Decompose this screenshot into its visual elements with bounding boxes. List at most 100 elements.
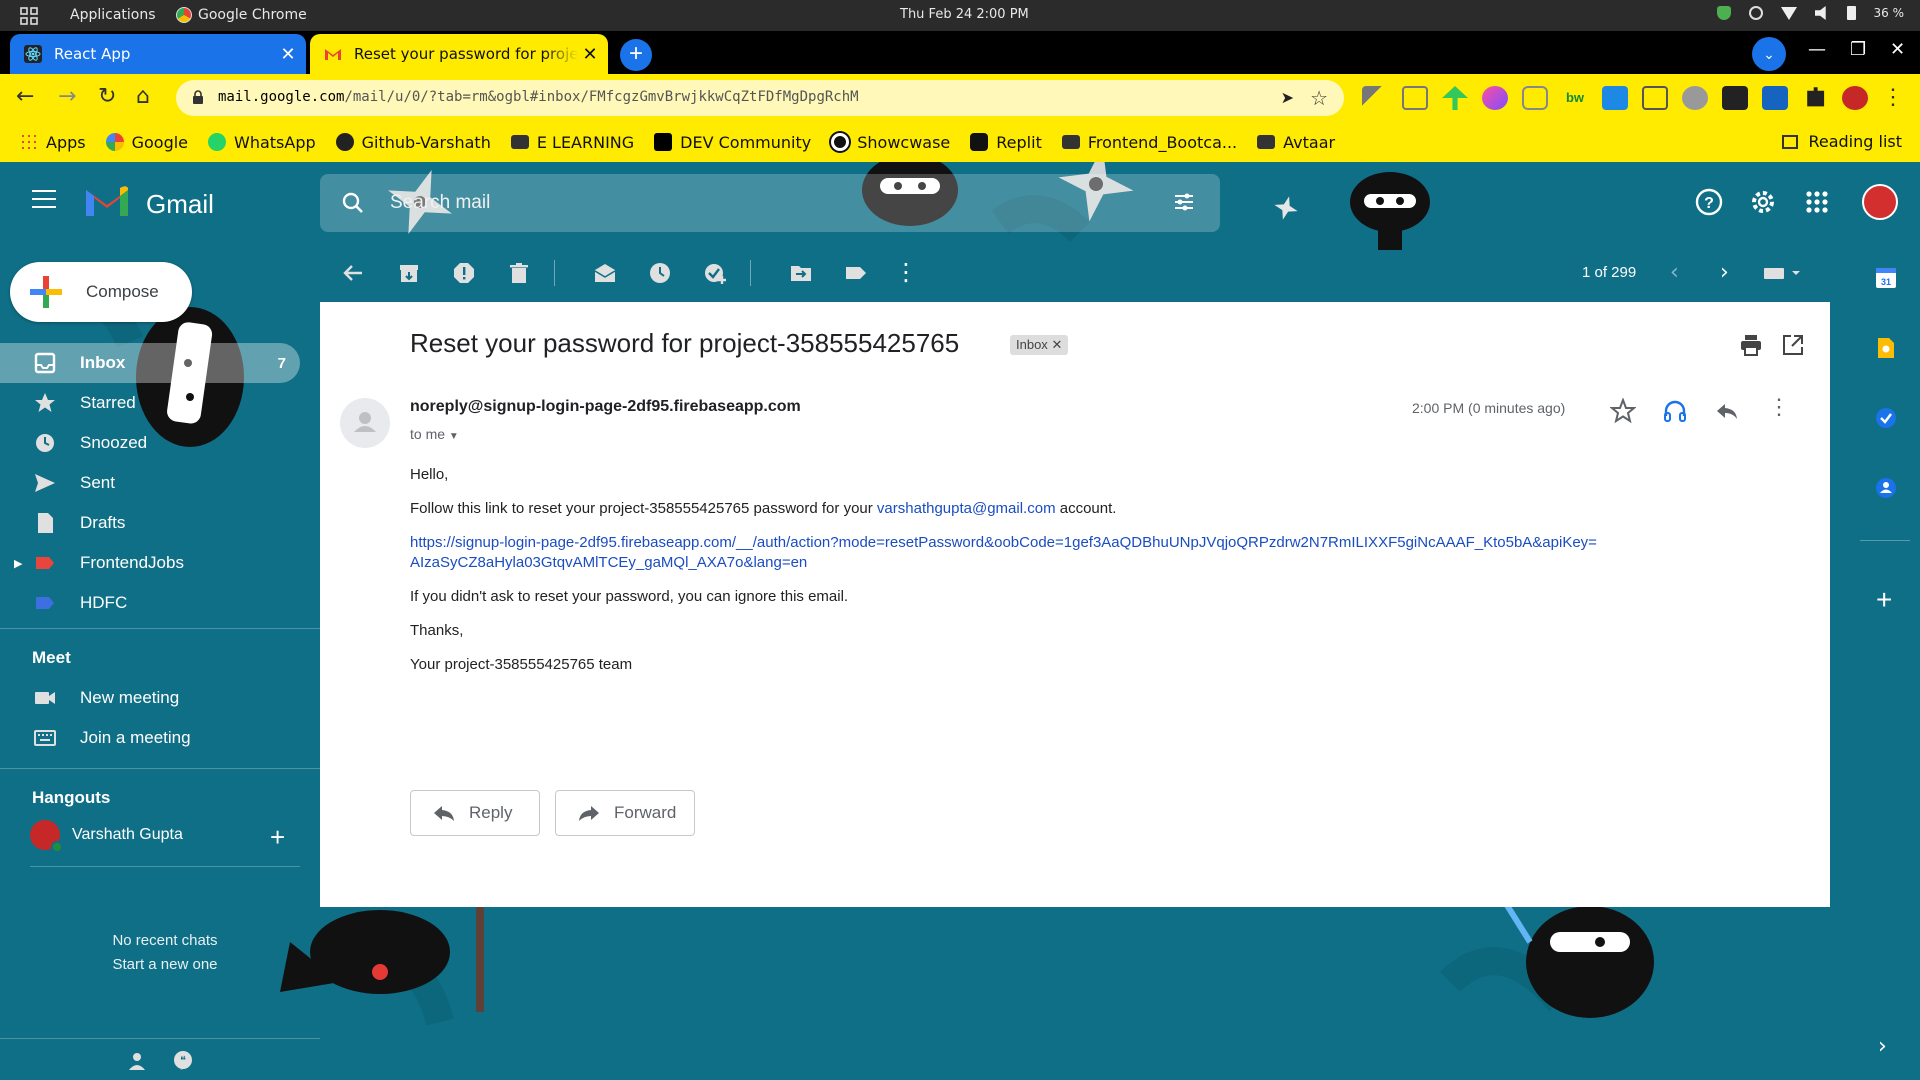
add-to-tasks-icon[interactable] — [704, 262, 726, 284]
reload-icon[interactable]: ↻ — [98, 84, 116, 109]
apps-grid-icon[interactable] — [1802, 187, 1832, 217]
show-details-chevron-icon[interactable]: ▼ — [449, 431, 459, 442]
sidebar-item-frontendjobs[interactable]: ▶ FrontendJobs — [0, 543, 300, 583]
extensions-puzzle-icon[interactable] — [1807, 87, 1825, 107]
main-menu-icon[interactable] — [32, 190, 56, 208]
sidebar-item-inbox[interactable]: Inbox 7 — [0, 343, 300, 383]
contacts-icon[interactable] — [1874, 476, 1898, 500]
bookmark-replit[interactable]: Replit — [970, 133, 1042, 152]
app-grid-icon[interactable] — [20, 7, 38, 25]
extension-reader-icon[interactable] — [1642, 86, 1668, 110]
print-icon[interactable] — [1740, 334, 1762, 356]
sidebar-item-starred[interactable]: Starred — [0, 383, 300, 423]
reply-button[interactable]: Reply — [410, 790, 540, 836]
older-chevron-icon[interactable]: › — [1720, 260, 1729, 285]
tab-gmail[interactable]: Reset your password for project ✕ — [310, 34, 608, 74]
accessibility-icon[interactable] — [1748, 6, 1763, 20]
profile-avatar-icon[interactable] — [1842, 86, 1868, 110]
recipient-details[interactable]: to me ▼ — [410, 426, 459, 442]
input-tools-keyboard-icon[interactable] — [1762, 262, 1802, 284]
hangouts-user[interactable]: Varshath Gupta — [30, 820, 183, 853]
compose-button[interactable]: Compose — [10, 262, 192, 322]
reset-password-link[interactable]: https://signup-login-page-2df95.firebase… — [410, 534, 1597, 551]
search-input[interactable] — [390, 190, 990, 216]
join-meeting-button[interactable]: Join a meeting — [0, 718, 300, 758]
bookmark-dev-community[interactable]: DEV Community — [654, 133, 811, 152]
bookmark-avtaar[interactable]: Avtaar — [1257, 133, 1335, 152]
remove-label-icon[interactable]: ✕ — [1051, 337, 1062, 352]
battery-icon[interactable] — [1846, 6, 1856, 20]
volume-icon[interactable] — [1814, 6, 1826, 20]
close-icon[interactable]: ✕ — [578, 44, 602, 65]
help-icon[interactable]: ? — [1694, 187, 1724, 217]
sidebar-item-sent[interactable]: Sent — [0, 463, 300, 503]
active-app-label[interactable]: Google Chrome — [198, 7, 307, 23]
extension-fi-icon[interactable] — [1602, 86, 1628, 110]
system-clock[interactable]: Thu Feb 24 2:00 PM — [900, 7, 1029, 22]
bookmark-github[interactable]: Github-Varshath — [335, 133, 491, 152]
extension-camera-icon[interactable] — [1522, 86, 1548, 110]
sender-address[interactable]: noreply@signup-login-page-2df95.firebase… — [410, 398, 801, 416]
lock-icon[interactable] — [192, 90, 204, 104]
back-arrow-icon[interactable]: ← — [16, 84, 34, 109]
wifi-icon[interactable] — [1780, 6, 1797, 20]
hangouts-quote-icon[interactable]: ❝ — [172, 1050, 194, 1072]
inbox-label-chip[interactable]: Inbox ✕ — [1010, 335, 1069, 355]
applications-menu[interactable]: Applications — [70, 7, 156, 23]
star-icon[interactable] — [1610, 398, 1636, 424]
tab-react-app[interactable]: React App ✕ — [10, 34, 306, 74]
recipient-email-link[interactable]: varshathgupta@gmail.com — [877, 500, 1056, 517]
tab-search-chevron-icon[interactable]: ⌄ — [1752, 37, 1786, 71]
bookmark-frontend-bootcamp[interactable]: Frontend_Bootca... — [1061, 133, 1237, 152]
reset-password-link-continued[interactable]: AIzaSyCZ8aHyla03GtqvAMlTCEy_gaMQl_AXA7o&… — [410, 554, 807, 571]
restore-icon[interactable]: ❐ — [1850, 39, 1866, 60]
extension-p-icon[interactable] — [1762, 86, 1788, 110]
new-meeting-button[interactable]: New meeting — [0, 678, 300, 718]
mark-unread-icon[interactable] — [594, 262, 616, 284]
forward-arrow-icon[interactable]: → — [58, 84, 76, 109]
person-icon[interactable] — [126, 1050, 148, 1072]
message-more-icon[interactable]: ⋮ — [1768, 394, 1794, 420]
account-avatar[interactable] — [1862, 184, 1898, 220]
search-icon[interactable] — [342, 192, 364, 214]
sidebar-item-snoozed[interactable]: Snoozed — [0, 423, 300, 463]
bookmark-whatsapp[interactable]: WhatsApp — [208, 133, 316, 152]
extension-mail-icon[interactable] — [1402, 86, 1428, 110]
extension-gear-icon[interactable] — [1682, 86, 1708, 110]
bookmark-star-icon[interactable]: ☆ — [1310, 86, 1328, 111]
label-tag-icon[interactable] — [845, 262, 867, 284]
bookmark-showcwase[interactable]: Showcwase — [831, 133, 950, 152]
bookmark-e-learning[interactable]: E LEARNING — [510, 133, 634, 152]
tasks-icon[interactable] — [1874, 406, 1898, 430]
reply-icon[interactable] — [1714, 398, 1740, 424]
extension-palette-icon[interactable] — [1482, 86, 1508, 110]
reading-list[interactable]: Reading list — [1782, 132, 1902, 151]
move-to-icon[interactable] — [790, 262, 812, 284]
open-in-new-window-icon[interactable] — [1782, 334, 1804, 356]
bookmark-google[interactable]: Google — [105, 133, 188, 152]
search-options-icon[interactable] — [1172, 190, 1196, 214]
minimize-icon[interactable]: — — [1808, 39, 1826, 60]
forward-button[interactable]: Forward — [555, 790, 695, 836]
new-tab-button[interactable]: + — [620, 39, 652, 71]
archive-icon[interactable] — [398, 262, 420, 284]
send-to-device-icon[interactable]: ➤ — [1281, 88, 1294, 108]
extension-check-icon[interactable] — [1722, 86, 1748, 110]
home-icon[interactable]: ⌂ — [136, 84, 150, 109]
bookmark-apps[interactable]: Apps — [20, 133, 86, 152]
extension-eyedropper-icon[interactable] — [1362, 86, 1388, 110]
get-addons-plus-icon[interactable]: + — [1876, 584, 1892, 616]
window-close-icon[interactable]: ✕ — [1890, 39, 1905, 60]
more-options-icon[interactable]: ⋮ — [894, 258, 918, 286]
extension-green-icon[interactable] — [1442, 86, 1468, 110]
close-icon[interactable]: ✕ — [276, 44, 300, 65]
gmail-logo-icon[interactable] — [84, 184, 130, 218]
delete-trash-icon[interactable] — [508, 262, 530, 284]
headphones-icon[interactable] — [1662, 398, 1688, 424]
extension-bw-icon[interactable]: bw — [1562, 86, 1588, 110]
keep-icon[interactable] — [1874, 336, 1898, 360]
start-new-chat-link[interactable]: Start a new one — [0, 956, 330, 973]
back-to-inbox-icon[interactable] — [342, 262, 364, 284]
sidebar-item-hdfc[interactable]: HDFC — [0, 583, 300, 623]
sidebar-item-drafts[interactable]: Drafts — [0, 503, 300, 543]
